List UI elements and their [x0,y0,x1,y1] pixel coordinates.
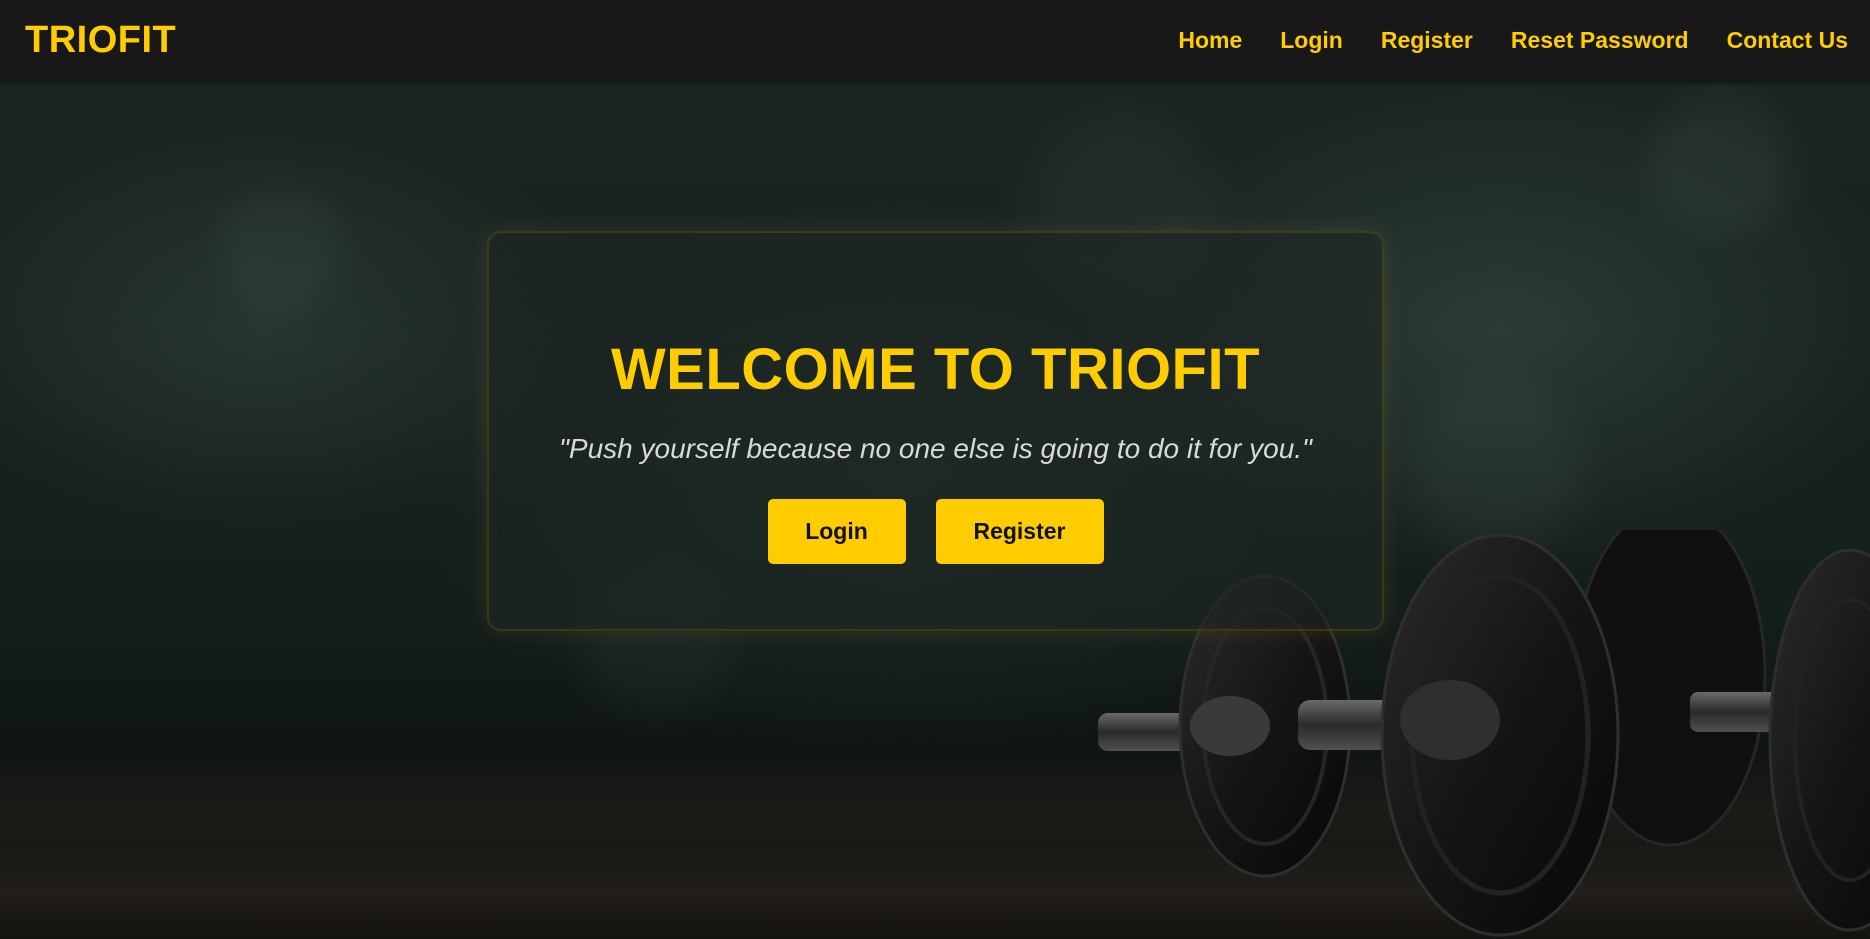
welcome-title: WELCOME TO TRIOFIT [610,337,1261,402]
nav-link-contact-us[interactable]: Contact Us [1727,27,1848,54]
nav-link-register[interactable]: Register [1381,27,1473,54]
nav-link-home[interactable]: Home [1178,27,1242,54]
hero-section: WELCOME TO TRIOFIT "Push yourself becaus… [0,80,1870,939]
welcome-card: WELCOME TO TRIOFIT "Push yourself becaus… [487,231,1384,631]
hero-button-row: Login Register [767,499,1104,564]
nav-links: Home Login Register Reset Password Conta… [1140,27,1848,54]
nav-link-reset-password[interactable]: Reset Password [1511,27,1689,54]
hero-register-button[interactable]: Register [935,499,1104,564]
hero-login-button[interactable]: Login [767,499,906,564]
motivational-quote: "Push yourself because no one else is go… [558,433,1312,464]
nav-link-login[interactable]: Login [1280,27,1343,54]
brand-logo[interactable]: TRIOFIT [25,19,176,62]
top-navbar: TRIOFIT Home Login Register Reset Passwo… [0,0,1870,80]
